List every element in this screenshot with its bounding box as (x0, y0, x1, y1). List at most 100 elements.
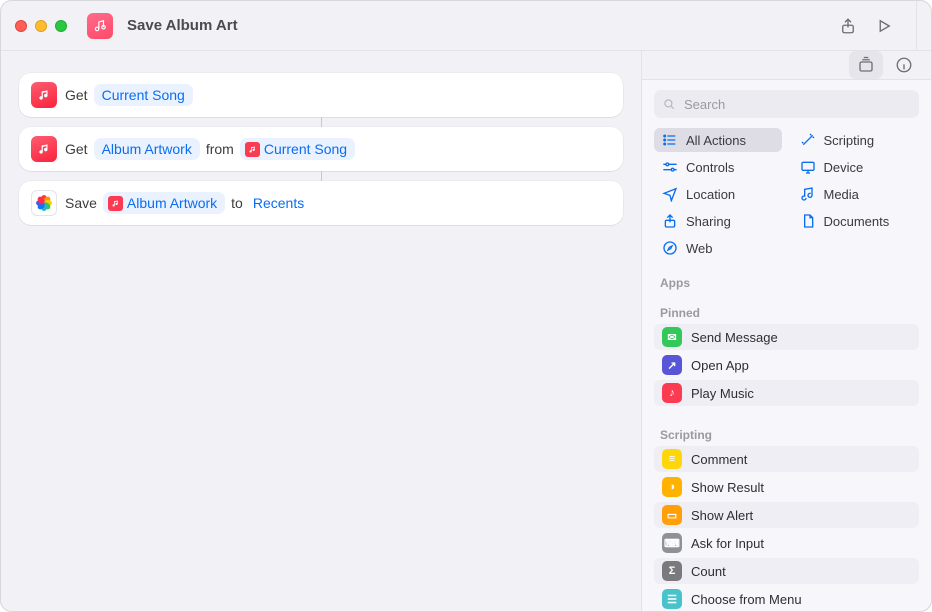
scripting-show-result[interactable]: ◑ Show Result (654, 474, 919, 500)
nav-icon (662, 186, 678, 202)
action-connector-word: from (206, 141, 234, 157)
library-sidebar: All Actions Scripting Controls Device Locati… (641, 51, 931, 611)
pinned-send-message[interactable]: ✉ Send Message (654, 324, 919, 350)
action-icon: ✉ (662, 327, 682, 347)
token-label: Current Song (264, 141, 347, 157)
search-wrap (642, 80, 931, 128)
list-icon (662, 132, 678, 148)
minimize-button[interactable] (35, 20, 47, 32)
doc-icon (800, 213, 816, 229)
variable-token[interactable]: Album Artwork (103, 192, 225, 214)
action-label: Open App (691, 358, 749, 373)
music-app-icon (31, 82, 57, 108)
action-get-album-artwork[interactable]: Get Album Artwork from Current Song (19, 127, 623, 171)
music-app-icon (31, 136, 57, 162)
category-device[interactable]: Device (792, 155, 920, 179)
titlebar-right (830, 1, 917, 51)
pinned-list: ✉ Send Message ↗ Open App ♪ Play Music (642, 324, 931, 418)
category-scripting[interactable]: Scripting (792, 128, 920, 152)
run-button[interactable] (866, 10, 902, 42)
destination-link[interactable]: Recents (249, 192, 308, 214)
sliders-icon (662, 159, 678, 175)
category-label: All Actions (686, 133, 746, 148)
library-toggle-button[interactable] (849, 51, 883, 79)
scripting-ask-for-input[interactable]: ⌨ Ask for Input (654, 530, 919, 556)
search-input[interactable] (684, 97, 911, 112)
search-field[interactable] (654, 90, 919, 118)
section-label-pinned: Pinned (642, 296, 931, 324)
action-save-album-artwork[interactable]: Save Album Artwork to Recents (19, 181, 623, 225)
connector (19, 171, 623, 181)
shortcut-icon (87, 13, 113, 39)
scripting-show-alert[interactable]: ▭ Show Alert (654, 502, 919, 528)
share-icon (839, 17, 857, 35)
action-label: Choose from Menu (691, 592, 802, 607)
category-grid: All Actions Scripting Controls Device Locati… (642, 128, 931, 266)
action-icon: ▭ (662, 505, 682, 525)
action-label: Send Message (691, 330, 778, 345)
music-mini-icon (108, 196, 123, 211)
action-verb: Get (65, 87, 88, 103)
variable-token[interactable]: Current Song (94, 84, 193, 106)
category-web[interactable]: Web (654, 236, 782, 260)
action-label: Ask for Input (691, 536, 764, 551)
action-icon: ♪ (662, 383, 682, 403)
note-icon (800, 186, 816, 202)
scripting-list: ≡ Comment ◑ Show Result ▭ Show Alert ⌨ Ask for … (642, 446, 931, 612)
variable-token[interactable]: Current Song (240, 138, 355, 160)
window-title: Save Album Art (127, 17, 238, 34)
close-button[interactable] (15, 20, 27, 32)
safari-icon (662, 240, 678, 256)
action-get-current-song[interactable]: Get Current Song (19, 73, 623, 117)
info-button[interactable] (887, 51, 921, 79)
share-icon (662, 213, 678, 229)
action-icon: ☰ (662, 589, 682, 609)
action-text: Save Album Artwork to Recents (65, 192, 308, 214)
titlebar-divider (916, 1, 917, 51)
wand-icon (800, 132, 816, 148)
action-icon: ↗ (662, 355, 682, 375)
scripting-count[interactable]: Σ Count (654, 558, 919, 584)
action-label: Show Result (691, 480, 764, 495)
section-label-apps: Apps (642, 266, 931, 294)
category-sharing[interactable]: Sharing (654, 209, 782, 233)
share-button[interactable] (830, 10, 866, 42)
action-icon: Σ (662, 561, 682, 581)
category-label: Device (824, 160, 864, 175)
category-label: Sharing (686, 214, 731, 229)
action-text: Get Album Artwork from Current Song (65, 138, 355, 160)
action-text: Get Current Song (65, 84, 193, 106)
action-verb: Save (65, 195, 97, 211)
connector (19, 117, 623, 127)
category-label: Media (824, 187, 859, 202)
workflow-stack: Get Current Song Get Album Artwork from (19, 73, 623, 225)
category-label: Scripting (824, 133, 875, 148)
category-location[interactable]: Location (654, 182, 782, 206)
action-label: Count (691, 564, 726, 579)
category-label: Location (686, 187, 735, 202)
scripting-choose-from-menu[interactable]: ☰ Choose from Menu (654, 586, 919, 612)
play-icon (875, 17, 893, 35)
action-label: Play Music (691, 386, 754, 401)
music-mini-icon (245, 142, 260, 157)
photos-app-icon (31, 190, 57, 216)
action-icon: ⌨ (662, 533, 682, 553)
category-controls[interactable]: Controls (654, 155, 782, 179)
pinned-play-music[interactable]: ♪ Play Music (654, 380, 919, 406)
window: Save Album Art Get (0, 0, 932, 612)
category-media[interactable]: Media (792, 182, 920, 206)
scripting-comment[interactable]: ≡ Comment (654, 446, 919, 472)
category-documents[interactable]: Documents (792, 209, 920, 233)
action-label: Show Alert (691, 508, 753, 523)
variable-token[interactable]: Album Artwork (94, 138, 200, 160)
action-icon: ≡ (662, 449, 682, 469)
action-icon: ◑ (662, 477, 682, 497)
action-label: Comment (691, 452, 747, 467)
category-label: Web (686, 241, 713, 256)
pinned-open-app[interactable]: ↗ Open App (654, 352, 919, 378)
zoom-button[interactable] (55, 20, 67, 32)
body: Get Current Song Get Album Artwork from (1, 51, 931, 611)
workflow-canvas[interactable]: Get Current Song Get Album Artwork from (1, 51, 641, 611)
action-connector-word: to (231, 195, 243, 211)
category-all-actions[interactable]: All Actions (654, 128, 782, 152)
